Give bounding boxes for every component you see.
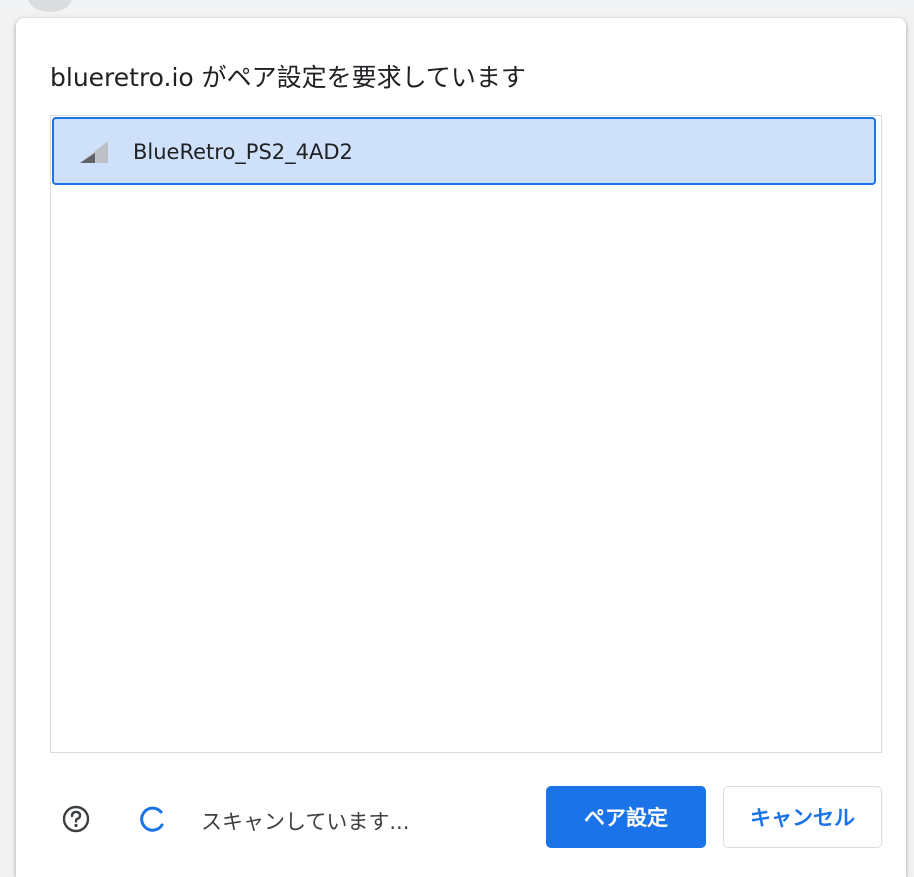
browser-top-bar xyxy=(0,0,914,12)
signal-strength-icon xyxy=(80,141,108,163)
device-name: BlueRetro_PS2_4AD2 xyxy=(133,140,353,164)
dialog-title: blueretro.io がペア設定を要求しています xyxy=(50,63,526,92)
device-list-item[interactable]: BlueRetro_PS2_4AD2 xyxy=(52,117,876,185)
bluetooth-pairing-dialog: blueretro.io がペア設定を要求しています BlueRetro_PS2… xyxy=(16,18,906,877)
device-list: BlueRetro_PS2_4AD2 xyxy=(50,115,882,753)
cancel-button[interactable]: キャンセル xyxy=(723,786,882,848)
scan-status-text: スキャンしています... xyxy=(201,810,410,834)
help-circle-icon[interactable] xyxy=(61,804,91,834)
spinner-icon xyxy=(137,804,167,834)
pair-button[interactable]: ペア設定 xyxy=(546,786,706,848)
browser-tab-edge xyxy=(28,0,72,12)
